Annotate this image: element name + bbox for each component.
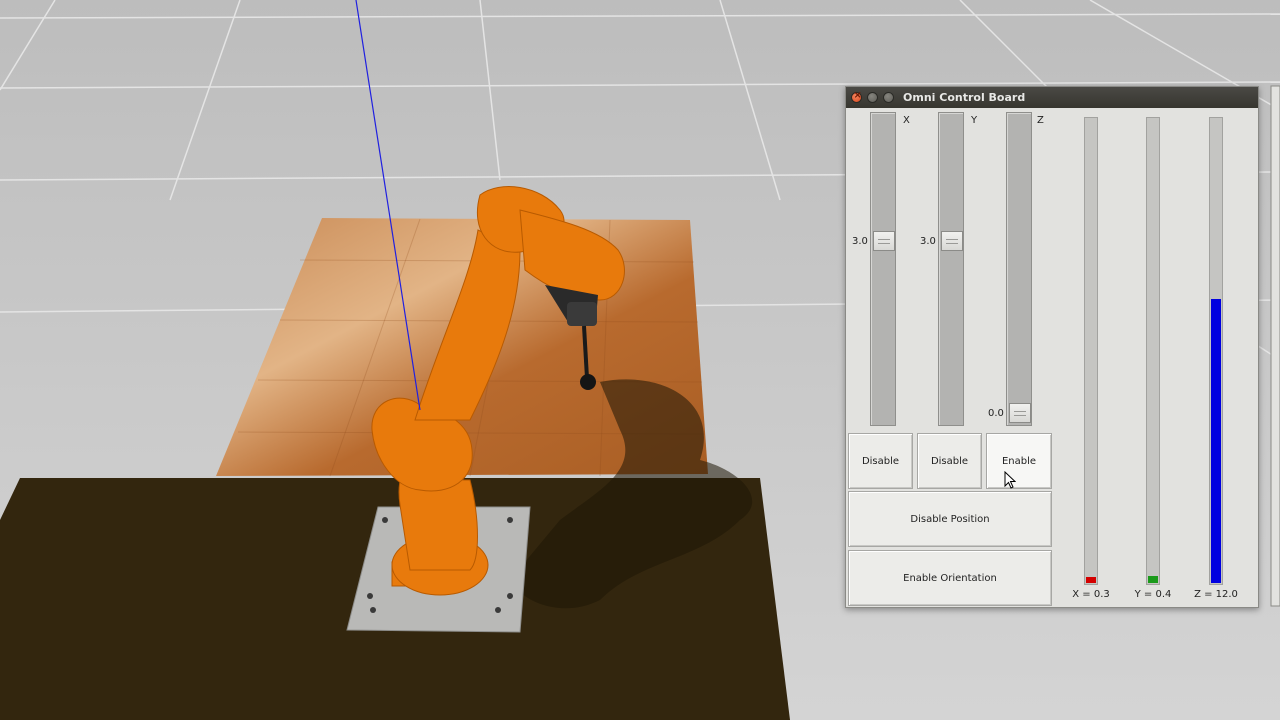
orientation-bar-z-fill [1211,299,1221,583]
orientation-bar-x [1084,117,1098,585]
orientation-bar-y-label: Y = 0.4 [1134,589,1172,600]
slider-y-handle[interactable] [941,231,963,252]
close-icon[interactable] [851,90,862,103]
orientation-bar-z [1209,117,1223,585]
slider-x-value: 3.0 [852,236,868,247]
maximize-icon[interactable] [883,92,894,103]
slider-y-value: 3.0 [920,236,936,247]
slider-z-handle[interactable] [1009,403,1031,423]
orientation-bar-y-fill [1148,576,1158,583]
mouse-cursor-icon [1004,471,1016,489]
orientation-bar-x-fill [1086,577,1096,583]
slider-x-handle[interactable] [873,231,895,252]
orientation-bar-y [1146,117,1160,585]
window-titlebar[interactable]: Omni Control Board [846,87,1258,108]
slider-y[interactable] [938,112,964,426]
orientation-bar-z-label: Z = 12.0 [1194,589,1238,600]
minimize-icon[interactable] [867,92,878,103]
orientation-bar-x-label: X = 0.3 [1072,589,1110,600]
slider-x-label: X [903,115,910,126]
slider-z[interactable] [1006,112,1032,426]
z-toggle-button[interactable]: Enable [986,433,1052,489]
y-toggle-button[interactable]: Disable [917,433,982,489]
slider-y-label: Y [971,115,978,126]
slider-x[interactable] [870,112,896,426]
enable-orientation-button[interactable]: Enable Orientation [848,550,1052,606]
window-title: Omni Control Board [903,91,1026,104]
slider-z-label: Z [1037,115,1044,126]
background-window-edge [1270,85,1280,607]
disable-position-button[interactable]: Disable Position [848,491,1052,547]
x-toggle-button[interactable]: Disable [848,433,913,489]
omni-control-board-window: Omni Control Board X 3.0 Y 3.0 Z 0.0 Dis… [845,86,1259,608]
slider-z-value: 0.0 [988,408,1004,419]
